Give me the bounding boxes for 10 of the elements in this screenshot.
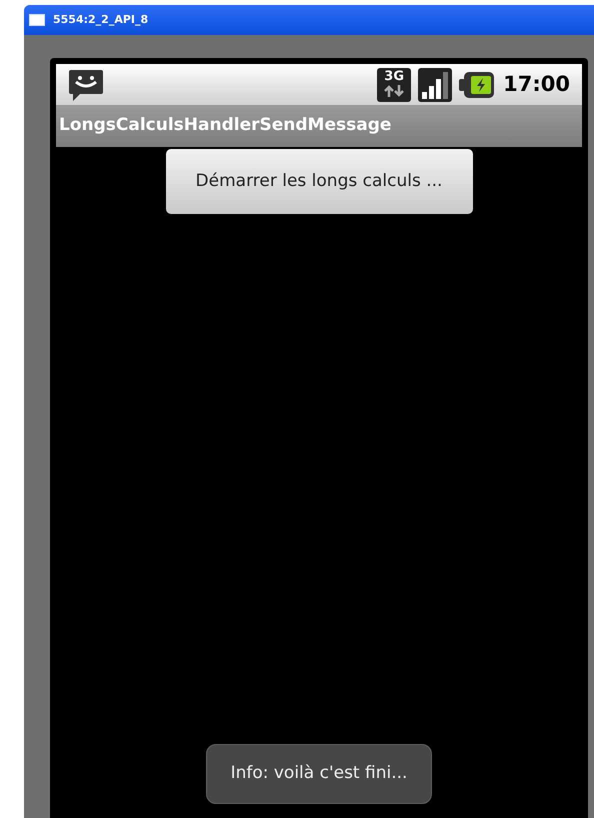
app-title: LongsCalculsHandlerSendMessage <box>59 114 392 138</box>
toast-message: Info: voilà c'est fini... <box>206 744 432 804</box>
battery-charging-icon <box>459 70 496 98</box>
start-calculation-button[interactable]: Démarrer les longs calculs ... <box>166 149 472 214</box>
chat-smiley-icon <box>68 68 104 102</box>
window-icon <box>29 14 45 26</box>
clock-time: 17:00 <box>503 70 570 98</box>
network-type-icon: 3G <box>377 68 412 102</box>
signal-icon <box>418 68 452 102</box>
window-title: 5554:2_2_API_8 <box>53 12 148 28</box>
